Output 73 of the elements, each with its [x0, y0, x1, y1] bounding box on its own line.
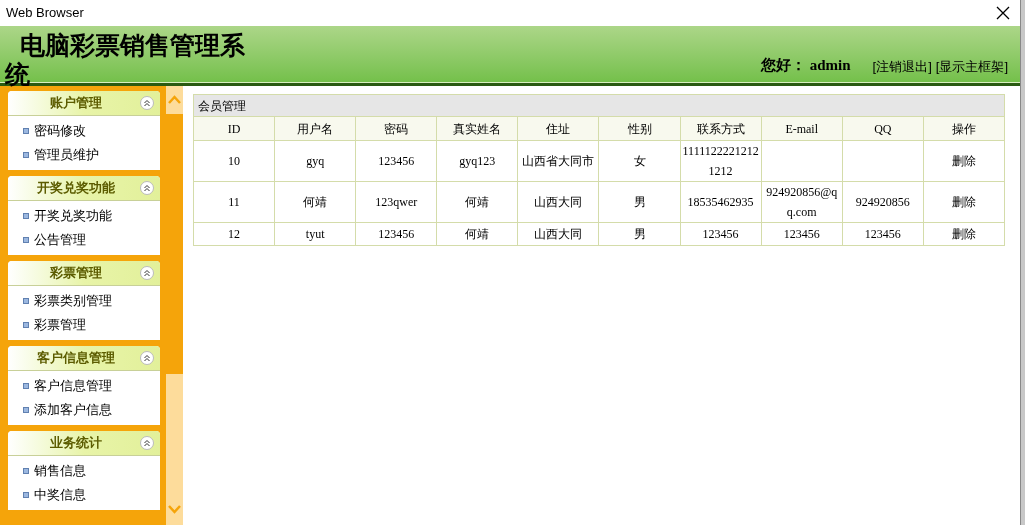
table-cell: tyut — [274, 222, 356, 246]
table-cell: 何靖 — [436, 222, 518, 246]
menu-group-header[interactable]: 彩票管理 — [8, 261, 160, 286]
menu-item[interactable]: 管理员维护 — [34, 145, 99, 165]
table-cell: 1111122221212 1212 — [680, 140, 762, 182]
collapse-icon[interactable] — [140, 181, 154, 195]
system-title: 电脑彩票销售管理系统 — [3, 30, 246, 89]
table-cell: 123456 — [842, 222, 924, 246]
table-cell: 123456 — [355, 140, 437, 182]
bullet-icon — [23, 237, 29, 243]
table-cell: 123456 — [761, 222, 843, 246]
menu-group-header[interactable]: 业务统计 — [8, 431, 160, 456]
bullet-icon — [23, 492, 29, 498]
bullet-icon — [23, 213, 29, 219]
table-cell: 何靖 — [274, 181, 356, 223]
table-cell: gyq — [274, 140, 356, 182]
bullet-icon — [23, 128, 29, 134]
bullet-icon — [23, 322, 29, 328]
window-title: Web Browser — [6, 4, 84, 23]
table-caption: 会员管理 — [193, 94, 1005, 117]
scroll-thumb[interactable] — [166, 114, 183, 374]
table-cell: 924920856@q q.com — [761, 181, 843, 223]
bullet-icon — [23, 152, 29, 158]
menu-group-header[interactable]: 账户管理 — [8, 91, 160, 116]
greeting-text: 您好： admin — [760, 55, 851, 75]
menu-item[interactable]: 公告管理 — [34, 230, 86, 250]
table-cell: 山西大同 — [517, 181, 599, 223]
table-cell: 山西大同 — [517, 222, 599, 246]
menu-item[interactable]: 密码修改 — [34, 121, 86, 141]
table-cell: 男 — [598, 181, 681, 223]
collapse-icon[interactable] — [140, 351, 154, 365]
header-link[interactable]: [显示主框架] — [935, 56, 1008, 76]
menu-item[interactable]: 添加客户信息 — [34, 400, 112, 420]
table-cell: 123456 — [355, 222, 437, 246]
table-cell: 山西省大同市 — [517, 140, 599, 182]
menu-group-title: 彩票管理 — [49, 264, 103, 283]
column-header: ID — [193, 116, 275, 141]
table-cell: 924920856 — [842, 181, 924, 223]
menu-group-title: 业务统计 — [49, 434, 103, 453]
menu-group-title: 开奖兑奖功能 — [36, 179, 116, 198]
bullet-icon — [23, 407, 29, 413]
menu-item[interactable]: 销售信息 — [34, 461, 86, 481]
menu-group-header[interactable]: 开奖兑奖功能 — [8, 176, 160, 201]
table-cell: 18535462935 — [680, 181, 762, 223]
bullet-icon — [23, 468, 29, 474]
table-cell: 11 — [193, 181, 275, 223]
table-cell: 10 — [193, 140, 275, 182]
collapse-icon[interactable] — [140, 436, 154, 450]
table-cell: 何靖 — [436, 181, 518, 223]
bullet-icon — [23, 383, 29, 389]
scrollbar[interactable] — [166, 86, 183, 525]
menu-item[interactable]: 开奖兑奖功能 — [34, 206, 112, 226]
table-cell: 男 — [598, 222, 681, 246]
collapse-icon[interactable] — [140, 266, 154, 280]
table-cell: 123456 — [680, 222, 762, 246]
menu-item[interactable]: 彩票类别管理 — [34, 291, 112, 311]
table-cell: 12 — [193, 222, 275, 246]
menu-item[interactable]: 彩票管理 — [34, 315, 86, 335]
delete-link[interactable]: 删除 — [923, 222, 1005, 246]
close-icon[interactable] — [996, 6, 1010, 20]
table-cell: 女 — [598, 140, 681, 182]
table-cell: 123qwer — [355, 181, 437, 223]
delete-link[interactable]: 删除 — [923, 181, 1005, 223]
bullet-icon — [23, 298, 29, 304]
collapse-icon[interactable] — [140, 96, 154, 110]
menu-item[interactable]: 客户信息管理 — [34, 376, 112, 396]
table-cell: gyq123 — [436, 140, 518, 182]
header-link[interactable]: [注销退出] — [872, 56, 932, 76]
menu-item[interactable]: 中奖信息 — [34, 485, 86, 505]
delete-link[interactable]: 删除 — [923, 140, 1005, 182]
menu-group-title: 账户管理 — [49, 94, 103, 113]
menu-group-title: 客户信息管理 — [36, 349, 116, 368]
menu-group-header[interactable]: 客户信息管理 — [8, 346, 160, 371]
